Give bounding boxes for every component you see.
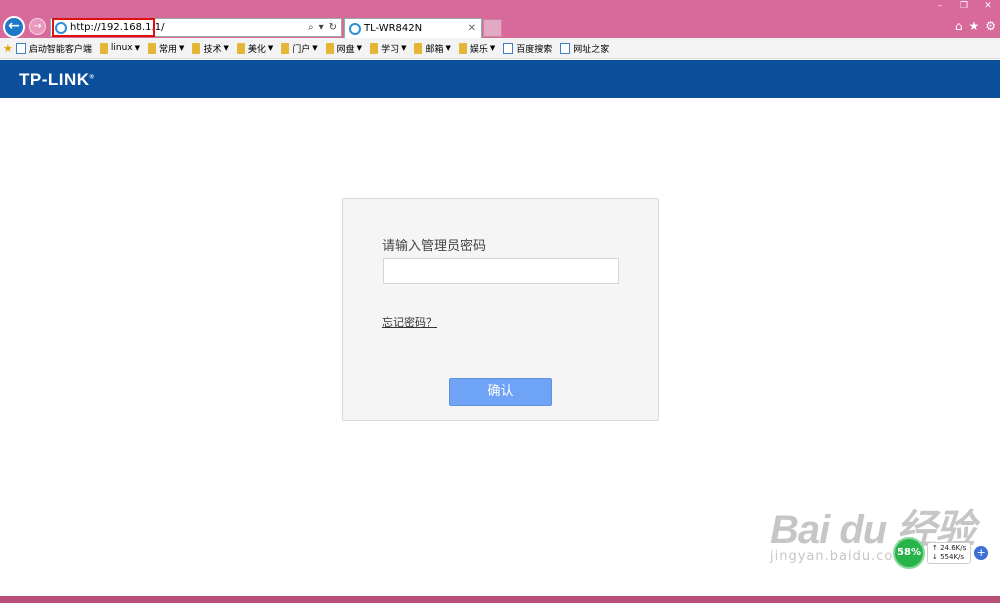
caret-down-icon: ▼ (134, 44, 141, 52)
favorite-label: 百度搜索 (516, 44, 553, 55)
refresh-icon[interactable]: ↻ (329, 22, 337, 33)
address-highlight-box (52, 18, 155, 37)
browser-tab[interactable]: TL-WR842N ✕ (344, 18, 482, 38)
forward-button[interactable]: → (29, 18, 46, 35)
folder-icon (458, 42, 467, 54)
caret-down-icon: ▼ (179, 44, 185, 52)
confirm-button[interactable]: 确认 (449, 378, 552, 406)
favorite-label: 邮箱 (425, 44, 444, 55)
browser-right-tools: ⌂ ★ ⚙ (955, 19, 996, 33)
folder-icon (281, 42, 290, 54)
baidu-icon (503, 42, 514, 54)
favorite-item[interactable]: 门户 ▼ (281, 42, 318, 55)
search-icon[interactable]: ⌕ (308, 22, 314, 33)
ie-tab-icon (349, 22, 361, 35)
folder-icon (325, 42, 334, 54)
forgot-password-link[interactable]: 忘记密码？ (382, 314, 437, 330)
favorite-item[interactable]: 网址之家 (560, 42, 609, 55)
favorite-item[interactable]: 技术 ▼ (192, 42, 229, 55)
tp-link-logo: TP-LINK® (19, 70, 95, 89)
favorite-label: 娱乐 (469, 44, 488, 55)
page-icon (15, 42, 26, 54)
favorite-item[interactable]: 百度搜索 (503, 42, 552, 55)
favorites-star-icon[interactable]: ★ (968, 19, 979, 33)
brand-header: TP-LINK® (0, 60, 1000, 98)
plus-icon[interactable]: + (974, 546, 989, 560)
password-input[interactable] (383, 258, 619, 284)
address-bar[interactable]: http://192.168.1.1/ ⌕ ▾ ↻ (50, 18, 342, 37)
folder-icon (99, 42, 108, 54)
favorite-label: 门户 (292, 44, 311, 55)
favorite-item[interactable]: 启动智能客户端 (15, 42, 92, 55)
favorite-item[interactable]: 常用 ▼ (148, 42, 184, 55)
favorite-label: 网盘 (336, 44, 355, 55)
favorite-label: 学习 (381, 44, 400, 55)
back-button[interactable]: ← (3, 16, 25, 38)
network-percent: 58% (893, 537, 925, 569)
address-tools: ⌕ ▾ ↻ (308, 22, 341, 33)
password-label: 请输入管理员密码 (382, 239, 487, 254)
caret-down-icon: ▼ (401, 44, 407, 52)
caret-down-icon: ▼ (312, 44, 318, 52)
favorite-item[interactable]: linux ▼ (99, 42, 141, 54)
favorites-add-icon[interactable]: ★ (3, 42, 13, 55)
tab-close-icon[interactable]: ✕ (468, 23, 476, 34)
favorite-item[interactable]: 网盘 ▼ (325, 42, 363, 55)
folder-icon (148, 42, 157, 54)
folder-icon (192, 42, 201, 54)
upload-speed: ↑ 24.6K/s (932, 544, 967, 552)
caret-down-icon: ▼ (356, 44, 363, 52)
windows-taskbar (0, 596, 1000, 603)
favorite-label: 启动智能客户端 (28, 44, 92, 55)
page-icon (560, 42, 571, 54)
favorite-item[interactable]: 邮箱 ▼ (414, 42, 451, 55)
network-speed-widget[interactable]: 58% ↑ 24.6K/s ↓ 554K/s + (893, 537, 989, 569)
favorite-label: 网址之家 (573, 44, 610, 55)
window-controls: – ❐ ✕ (928, 0, 1000, 13)
restore-button[interactable]: ❐ (952, 0, 976, 13)
favorite-item[interactable]: 学习 ▼ (370, 42, 406, 55)
dropdown-icon[interactable]: ▾ (319, 22, 324, 33)
arrow-left-icon: ← (8, 18, 20, 34)
arrow-right-icon: → (33, 21, 42, 32)
caret-down-icon: ▼ (267, 44, 274, 52)
folder-icon (370, 42, 379, 54)
caret-down-icon: ▼ (445, 44, 451, 52)
favorite-item[interactable]: 美化 ▼ (236, 42, 274, 55)
minimize-button[interactable]: – (928, 0, 952, 13)
gear-icon[interactable]: ⚙ (985, 19, 996, 33)
download-speed: ↓ 554K/s (932, 553, 965, 561)
favorite-label: linux (110, 43, 133, 53)
favorite-label: 技术 (203, 44, 222, 55)
network-speeds: ↑ 24.6K/s ↓ 554K/s (927, 542, 972, 564)
browser-titlebar: – ❐ ✕ ← → http://192.168.1.1/ ⌕ ▾ ↻ TL-W… (0, 0, 1000, 38)
tab-title[interactable]: TL-WR842N (364, 23, 422, 34)
caret-down-icon: ▼ (489, 44, 496, 52)
folder-icon (236, 42, 245, 54)
login-panel: 请输入管理员密码 忘记密码？ 确认 (342, 198, 659, 421)
new-tab-button[interactable] (483, 19, 502, 37)
favorite-label: 常用 (159, 44, 178, 55)
favorite-label: 美化 (247, 44, 266, 55)
favorites-list: 启动智能客户端 linux ▼ 常用 ▼ 技术 ▼ 美化 ▼ 门户 ▼ 网盘 ▼ 学习 ▼ 邮箱 ▼ 娱乐 ▼ 百度搜… (15, 42, 617, 55)
caret-down-icon: ▼ (223, 44, 229, 52)
folder-icon (414, 42, 423, 54)
close-window-button[interactable]: ✕ (976, 0, 1000, 13)
favorite-item[interactable]: 娱乐 ▼ (458, 42, 496, 55)
favorites-bar: ★ 启动智能客户端 linux ▼ 常用 ▼ 技术 ▼ 美化 ▼ 门户 ▼ 网盘 ▼ 学习 ▼ 邮箱 ▼ 娱乐 ▼ 百… (0, 38, 1000, 59)
home-icon[interactable]: ⌂ (955, 19, 963, 33)
